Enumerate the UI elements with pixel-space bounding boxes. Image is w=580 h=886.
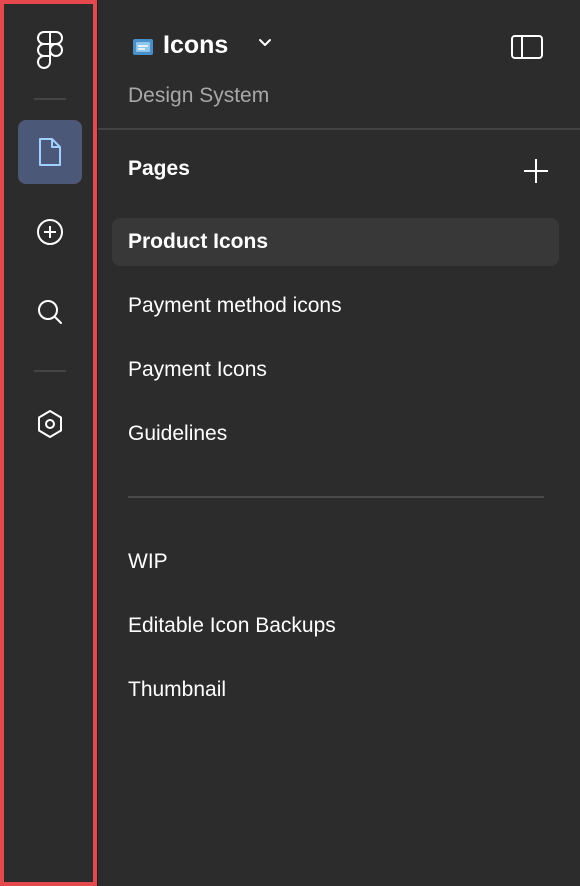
page-item[interactable]: Payment method icons <box>112 282 559 330</box>
rail-plugins-button[interactable] <box>18 392 82 456</box>
file-icon <box>38 137 62 167</box>
rail-search-button[interactable] <box>18 280 82 344</box>
page-item[interactable]: Thumbnail <box>112 666 559 714</box>
add-circle-icon <box>35 217 65 247</box>
page-label: Editable Icon Backups <box>128 614 336 637</box>
plugin-hexagon-icon <box>35 408 65 440</box>
page-divider <box>128 496 544 498</box>
sidebar-toggle-icon[interactable] <box>510 33 544 61</box>
page-label: Product Icons <box>128 230 269 253</box>
project-name[interactable]: Design System <box>128 84 269 108</box>
page-label: Thumbnail <box>128 678 227 701</box>
page-label: WIP <box>128 550 168 573</box>
page-item[interactable]: Guidelines <box>112 410 559 458</box>
search-icon <box>35 297 65 327</box>
pages-heading: Pages <box>128 157 190 180</box>
page-item[interactable]: Product Icons <box>112 218 559 266</box>
figma-logo-button[interactable] <box>18 18 82 82</box>
page-item[interactable]: Payment Icons <box>112 346 559 394</box>
rail-file-button[interactable] <box>18 120 82 184</box>
header-separator <box>98 128 580 130</box>
file-name[interactable]: Icons <box>163 31 228 60</box>
add-page-icon[interactable] <box>521 156 551 186</box>
page-label: Guidelines <box>128 422 228 445</box>
pages-panel: Icons Design System Pages Product Icons … <box>98 0 580 886</box>
file-thumbnail-icon <box>132 38 154 56</box>
figma-logo-icon <box>37 31 63 69</box>
chevron-down-icon[interactable] <box>258 38 272 48</box>
page-label: Payment method icons <box>128 294 342 317</box>
file-header: Icons Design System <box>98 0 580 128</box>
rail-add-button[interactable] <box>18 200 82 264</box>
page-item[interactable]: WIP <box>112 538 559 586</box>
rail-separator <box>34 370 66 372</box>
rail-separator <box>34 98 66 100</box>
page-item[interactable]: Editable Icon Backups <box>112 602 559 650</box>
page-label: Payment Icons <box>128 358 267 381</box>
left-rail <box>0 0 97 886</box>
